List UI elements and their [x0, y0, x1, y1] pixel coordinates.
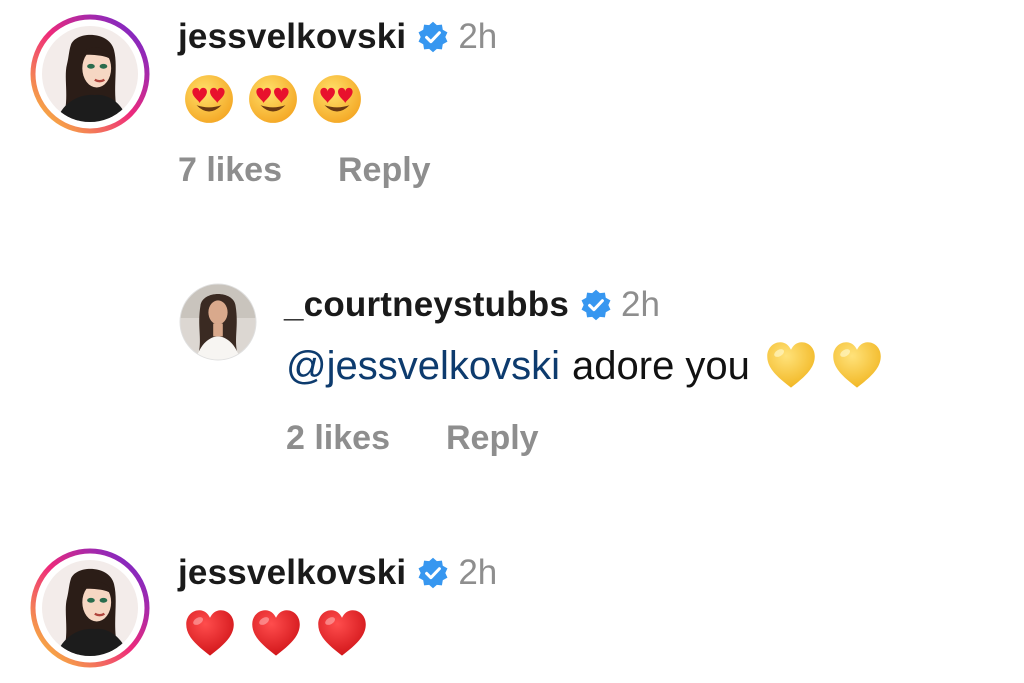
likes-count[interactable]: 7 likes — [178, 151, 282, 190]
heart-eyes-emoji-icon — [311, 73, 363, 125]
avatar[interactable] — [178, 282, 258, 362]
verified-badge-icon — [579, 288, 613, 322]
avatar-image[interactable] — [178, 282, 258, 362]
username[interactable]: jessvelkovski — [178, 553, 406, 593]
avatar[interactable] — [30, 548, 150, 668]
heart-eyes-emoji-icon — [247, 73, 299, 125]
mention-link[interactable]: @jessvelkovski — [286, 344, 560, 389]
red-heart-emoji-icon — [315, 607, 369, 661]
avatar[interactable] — [30, 14, 150, 134]
comment-text — [183, 606, 381, 662]
yellow-heart-emoji-icon — [830, 339, 884, 393]
verified-badge-icon — [416, 556, 450, 590]
timestamp: 2h — [458, 17, 498, 56]
comment-body: adore you — [572, 343, 750, 388]
yellow-heart-emoji-icon — [764, 339, 818, 393]
verified-badge-icon — [416, 20, 450, 54]
username[interactable]: _courtneystubbs — [284, 285, 569, 325]
timestamp: 2h — [458, 553, 498, 592]
red-heart-emoji-icon — [183, 607, 237, 661]
reply-button[interactable]: Reply — [338, 151, 431, 190]
red-heart-emoji-icon — [249, 607, 303, 661]
comment-text — [183, 72, 375, 126]
username[interactable]: jessvelkovski — [178, 17, 406, 57]
avatar-story-ring[interactable] — [30, 14, 150, 134]
likes-count[interactable]: 2 likes — [286, 419, 390, 458]
comment-text: @jessvelkovski adore you — [286, 338, 896, 394]
timestamp: 2h — [621, 285, 660, 324]
heart-eyes-emoji-icon — [183, 73, 235, 125]
reply-button[interactable]: Reply — [446, 419, 539, 458]
avatar-story-ring[interactable] — [30, 548, 150, 668]
